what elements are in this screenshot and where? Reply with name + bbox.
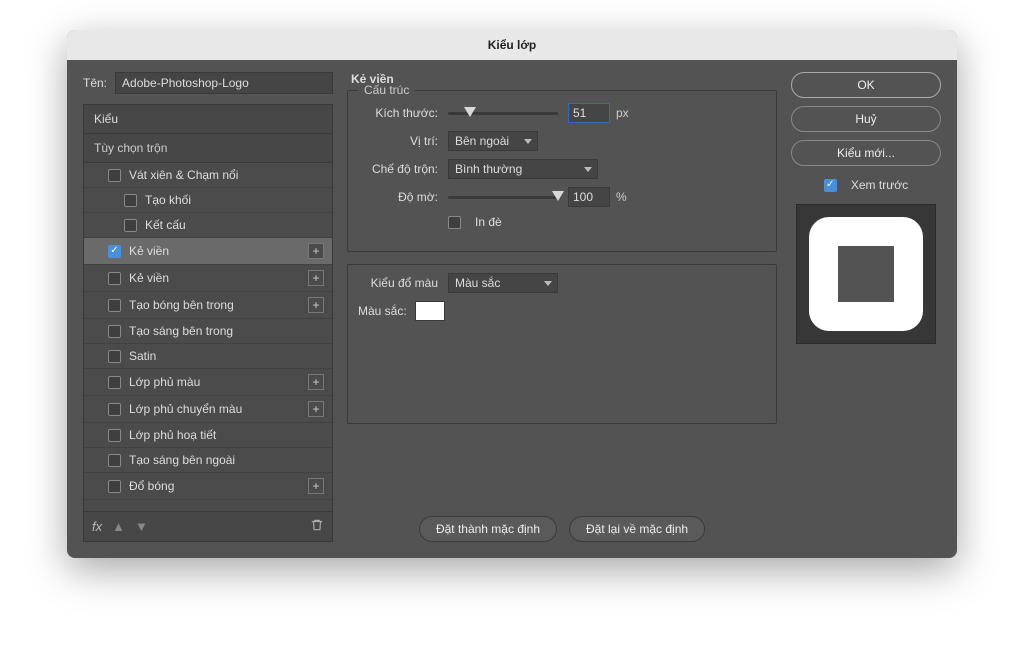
layer-style-dialog: Kiểu lớp Tên: Kiểu Tùy chọn trộn Vát xiê… [67,30,957,558]
name-label: Tên: [83,76,107,90]
size-slider[interactable] [448,106,558,120]
fx-icon[interactable]: fx [92,519,102,534]
style-item-4[interactable]: Kẻ viền+ [84,265,332,292]
preview-label: Xem trước [851,178,908,192]
style-item-12[interactable]: Đổ bóng+ [84,473,332,500]
blend-mode-select[interactable]: Bình thường [448,159,598,179]
style-item-8[interactable]: Lớp phủ màu+ [84,369,332,396]
styles-footer: fx ▲ ▼ [84,511,332,541]
opacity-label: Độ mờ: [362,190,448,204]
style-label: Tạo sáng bên ngoài [129,453,324,467]
style-checkbox[interactable] [108,350,121,363]
add-effect-icon[interactable]: + [308,243,324,259]
add-effect-icon[interactable]: + [308,374,324,390]
make-default-button[interactable]: Đặt thành mặc định [419,516,557,542]
style-checkbox[interactable] [124,194,137,207]
add-effect-icon[interactable]: + [308,401,324,417]
position-select[interactable]: Bên ngoài [448,131,538,151]
size-label: Kích thước: [362,106,448,120]
style-item-9[interactable]: Lớp phủ chuyển màu+ [84,396,332,423]
dialog-titlebar[interactable]: Kiểu lớp [67,30,957,60]
blend-options-item[interactable]: Tùy chọn trộn [84,134,332,163]
structure-group: Cấu trúc Kích thước: px Vị trí: Bên ngoà… [347,90,777,252]
style-label: Satin [129,349,324,363]
position-label: Vị trí: [362,134,448,148]
style-label: Tạo sáng bên trong [129,324,324,338]
preview-checkbox[interactable]: Xem trước [791,178,941,192]
opacity-slider[interactable] [448,190,558,204]
styles-list: Kiểu Tùy chọn trộn Vát xiên & Chạm nổi Tạ… [83,104,333,542]
reset-default-button[interactable]: Đặt lại về mặc định [569,516,705,542]
style-item-6[interactable]: Tạo sáng bên trong [84,319,332,344]
new-style-button[interactable]: Kiểu mới... [791,140,941,166]
style-item-11[interactable]: Tạo sáng bên ngoài [84,448,332,473]
style-checkbox[interactable] [124,219,137,232]
trash-icon[interactable] [310,518,324,535]
style-checkbox[interactable] [108,429,121,442]
color-swatch[interactable] [415,301,445,321]
style-item-1[interactable]: Tạo khối [84,188,332,213]
dialog-title: Kiểu lớp [488,38,537,52]
style-checkbox[interactable] [108,403,121,416]
style-checkbox[interactable] [108,299,121,312]
style-checkbox[interactable] [108,325,121,338]
style-checkbox[interactable] [108,169,121,182]
style-item-2[interactable]: Kết cấu [84,213,332,238]
style-item-3[interactable]: Kẻ viền+ [84,238,332,265]
layer-name-input[interactable] [115,72,333,94]
size-unit: px [616,106,629,120]
style-checkbox[interactable] [108,480,121,493]
blend-label: Chế độ trộn: [362,162,448,176]
style-label: Lớp phủ chuyển màu [129,402,308,416]
style-item-5[interactable]: Tạo bóng bên trong+ [84,292,332,319]
preview-thumbnail [796,204,936,344]
opacity-input[interactable] [568,187,610,207]
add-effect-icon[interactable]: + [308,270,324,286]
style-checkbox[interactable] [108,376,121,389]
style-label: Lớp phủ màu [129,375,308,389]
style-checkbox[interactable] [108,454,121,467]
styles-header[interactable]: Kiểu [84,105,332,134]
style-label: Lớp phủ hoạ tiết [129,428,324,442]
move-up-icon[interactable]: ▲ [112,519,125,534]
style-label: Kẻ viền [129,244,308,258]
size-input[interactable] [568,103,610,123]
style-label: Đổ bóng [129,479,308,493]
style-label: Tạo khối [145,193,324,207]
style-label: Vát xiên & Chạm nổi [129,168,324,182]
style-checkbox[interactable] [108,245,121,258]
add-effect-icon[interactable]: + [308,478,324,494]
style-item-10[interactable]: Lớp phủ hoạ tiết [84,423,332,448]
style-item-0[interactable]: Vát xiên & Chạm nổi [84,163,332,188]
style-label: Kết cấu [145,218,324,232]
structure-title: Cấu trúc [358,83,415,97]
overprint-checkbox[interactable]: In đè [448,215,502,229]
add-effect-icon[interactable]: + [308,297,324,313]
move-down-icon[interactable]: ▼ [135,519,148,534]
style-item-7[interactable]: Satin [84,344,332,369]
filltype-select[interactable]: Màu sắc [448,273,558,293]
color-label: Màu sắc: [358,304,407,318]
filltype-label: Kiểu đổ màu [362,276,448,290]
style-label: Kẻ viền [129,271,308,285]
ok-button[interactable]: OK [791,72,941,98]
fill-group: Kiểu đổ màu Màu sắc Màu sắc: [347,264,777,424]
style-label: Tạo bóng bên trong [129,298,308,312]
style-checkbox[interactable] [108,272,121,285]
cancel-button[interactable]: Huỷ [791,106,941,132]
overprint-label: In đè [475,215,502,229]
opacity-unit: % [616,190,627,204]
